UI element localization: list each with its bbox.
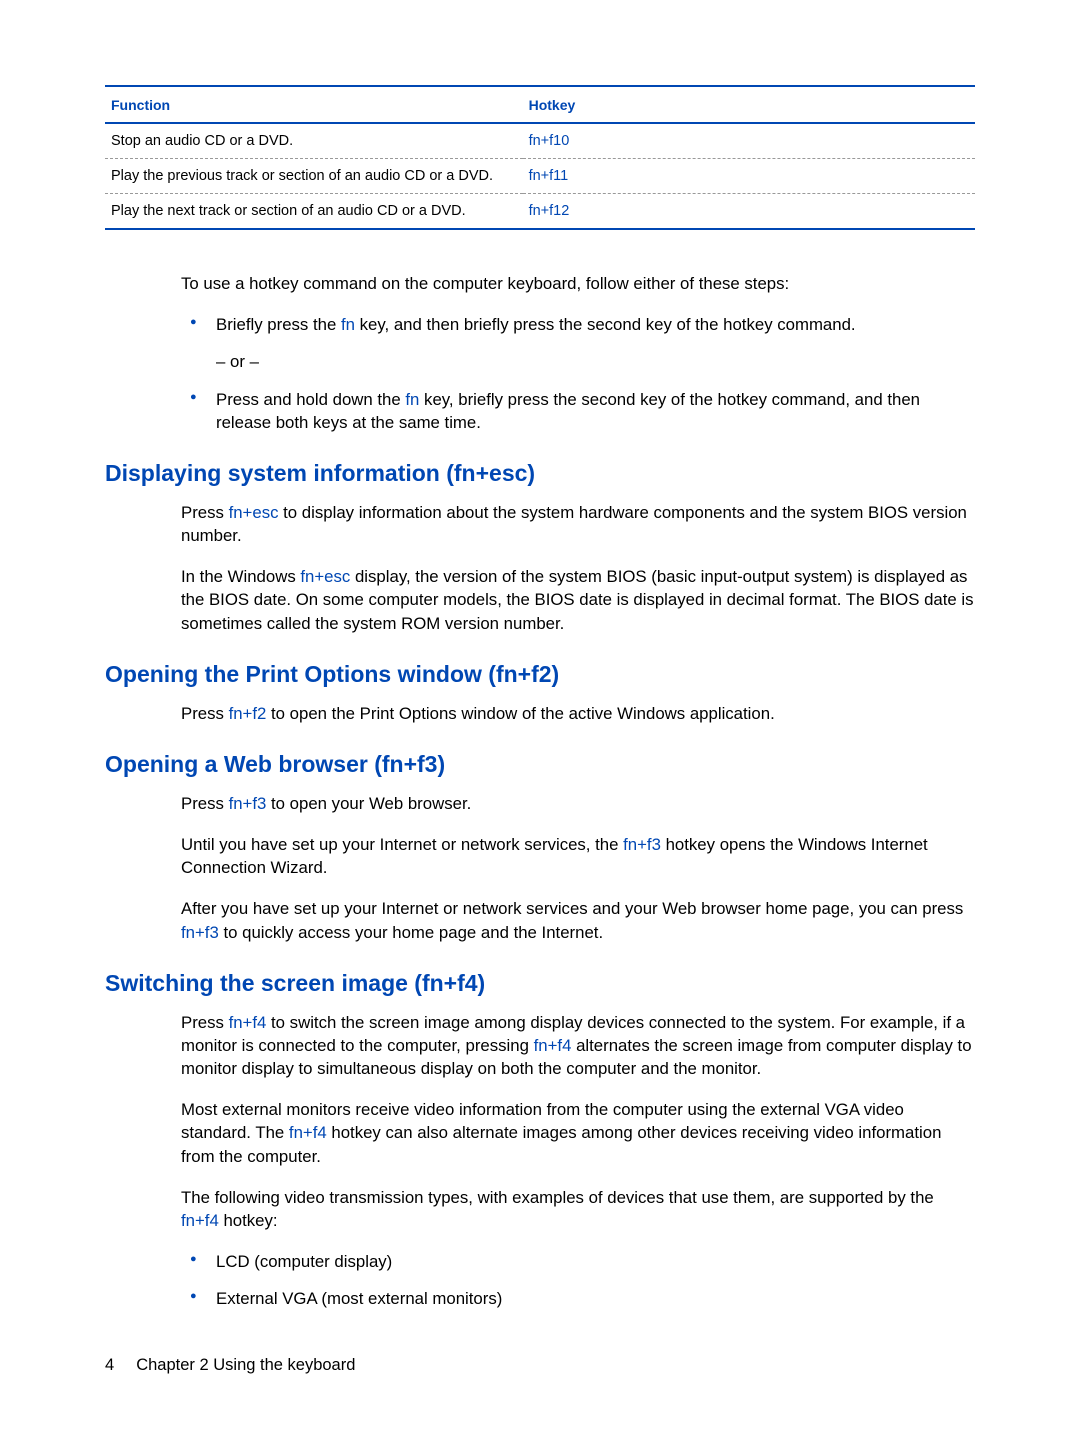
text: The following video transmission types, …	[181, 1188, 934, 1207]
hotkey-inline: fn+f3	[181, 923, 219, 942]
paragraph: After you have set up your Internet or n…	[181, 897, 975, 943]
video-types-list: LCD (computer display) External VGA (mos…	[181, 1250, 975, 1310]
paragraph: Until you have set up your Internet or n…	[181, 833, 975, 879]
section-heading-web-browser: Opening a Web browser (fn+f3)	[105, 751, 975, 778]
section-heading-system-info: Displaying system information (fn+esc)	[105, 460, 975, 487]
list-item: Briefly press the fn key, and then brief…	[216, 313, 975, 373]
text: In the Windows	[181, 567, 300, 586]
text: After you have set up your Internet or n…	[181, 899, 963, 918]
text: to open your Web browser.	[266, 794, 471, 813]
text: Press	[181, 503, 229, 522]
cell-hotkey: fn+f12	[523, 194, 975, 230]
paragraph: Most external monitors receive video inf…	[181, 1098, 975, 1168]
section-heading-screen-image: Switching the screen image (fn+f4)	[105, 970, 975, 997]
hotkey-inline: fn	[405, 390, 419, 409]
text: Briefly press the	[216, 315, 341, 334]
document-page: Function Hotkey Stop an audio CD or a DV…	[0, 0, 1080, 1437]
section-body: Press fn+esc to display information abou…	[181, 501, 975, 635]
hotkey-inline: fn+f2	[229, 704, 267, 723]
table-row: Stop an audio CD or a DVD. fn+f10	[105, 123, 975, 159]
text: to quickly access your home page and the…	[219, 923, 603, 942]
hotkey-inline: fn	[341, 315, 355, 334]
table-row: Play the previous track or section of an…	[105, 159, 975, 194]
text: hotkey:	[219, 1211, 278, 1230]
text: Press	[181, 794, 229, 813]
text: Until you have set up your Internet or n…	[181, 835, 623, 854]
text: Press and hold down the	[216, 390, 405, 409]
text: Press	[181, 704, 229, 723]
paragraph: Press fn+f4 to switch the screen image a…	[181, 1011, 975, 1081]
or-separator: – or –	[216, 350, 975, 373]
hotkey-inline: fn+esc	[300, 567, 350, 586]
intro-lead: To use a hotkey command on the computer …	[181, 272, 975, 295]
cell-hotkey: fn+f10	[523, 123, 975, 159]
paragraph: In the Windows fn+esc display, the versi…	[181, 565, 975, 635]
text: to display information about the system …	[181, 503, 967, 545]
cell-function: Play the next track or section of an aud…	[105, 194, 523, 230]
paragraph: Press fn+f3 to open your Web browser.	[181, 792, 975, 815]
hotkey-table: Function Hotkey Stop an audio CD or a DV…	[105, 85, 975, 230]
text: key, and then briefly press the second k…	[355, 315, 856, 334]
hotkey-inline: fn+f4	[289, 1123, 327, 1142]
paragraph: Press fn+f2 to open the Print Options wi…	[181, 702, 975, 725]
intro-bullets: Briefly press the fn key, and then brief…	[181, 313, 975, 434]
table-header-hotkey: Hotkey	[523, 86, 975, 123]
list-item: External VGA (most external monitors)	[216, 1287, 975, 1310]
section-body: Press fn+f2 to open the Print Options wi…	[181, 702, 975, 725]
section-body: Press fn+f3 to open your Web browser. Un…	[181, 792, 975, 944]
intro-block: To use a hotkey command on the computer …	[181, 272, 975, 434]
cell-function: Stop an audio CD or a DVD.	[105, 123, 523, 159]
list-item: Press and hold down the fn key, briefly …	[216, 388, 975, 434]
chapter-label: Chapter 2 Using the keyboard	[136, 1356, 355, 1374]
section-body: Press fn+f4 to switch the screen image a…	[181, 1011, 975, 1311]
text: Press	[181, 1013, 229, 1032]
hotkey-inline: fn+f4	[181, 1211, 219, 1230]
cell-hotkey: fn+f11	[523, 159, 975, 194]
paragraph: Press fn+esc to display information abou…	[181, 501, 975, 547]
section-heading-print-options: Opening the Print Options window (fn+f2)	[105, 661, 975, 688]
cell-function: Play the previous track or section of an…	[105, 159, 523, 194]
hotkey-inline: fn+f4	[229, 1013, 267, 1032]
list-item: LCD (computer display)	[216, 1250, 975, 1273]
page-footer: 4 Chapter 2 Using the keyboard	[105, 1356, 355, 1375]
table-header-function: Function	[105, 86, 523, 123]
hotkey-inline: fn+f4	[534, 1036, 572, 1055]
text: to open the Print Options window of the …	[266, 704, 774, 723]
hotkey-inline: fn+f3	[229, 794, 267, 813]
page-number: 4	[105, 1356, 114, 1374]
paragraph: The following video transmission types, …	[181, 1186, 975, 1232]
table-row: Play the next track or section of an aud…	[105, 194, 975, 230]
hotkey-inline: fn+f3	[623, 835, 661, 854]
hotkey-inline: fn+esc	[229, 503, 279, 522]
